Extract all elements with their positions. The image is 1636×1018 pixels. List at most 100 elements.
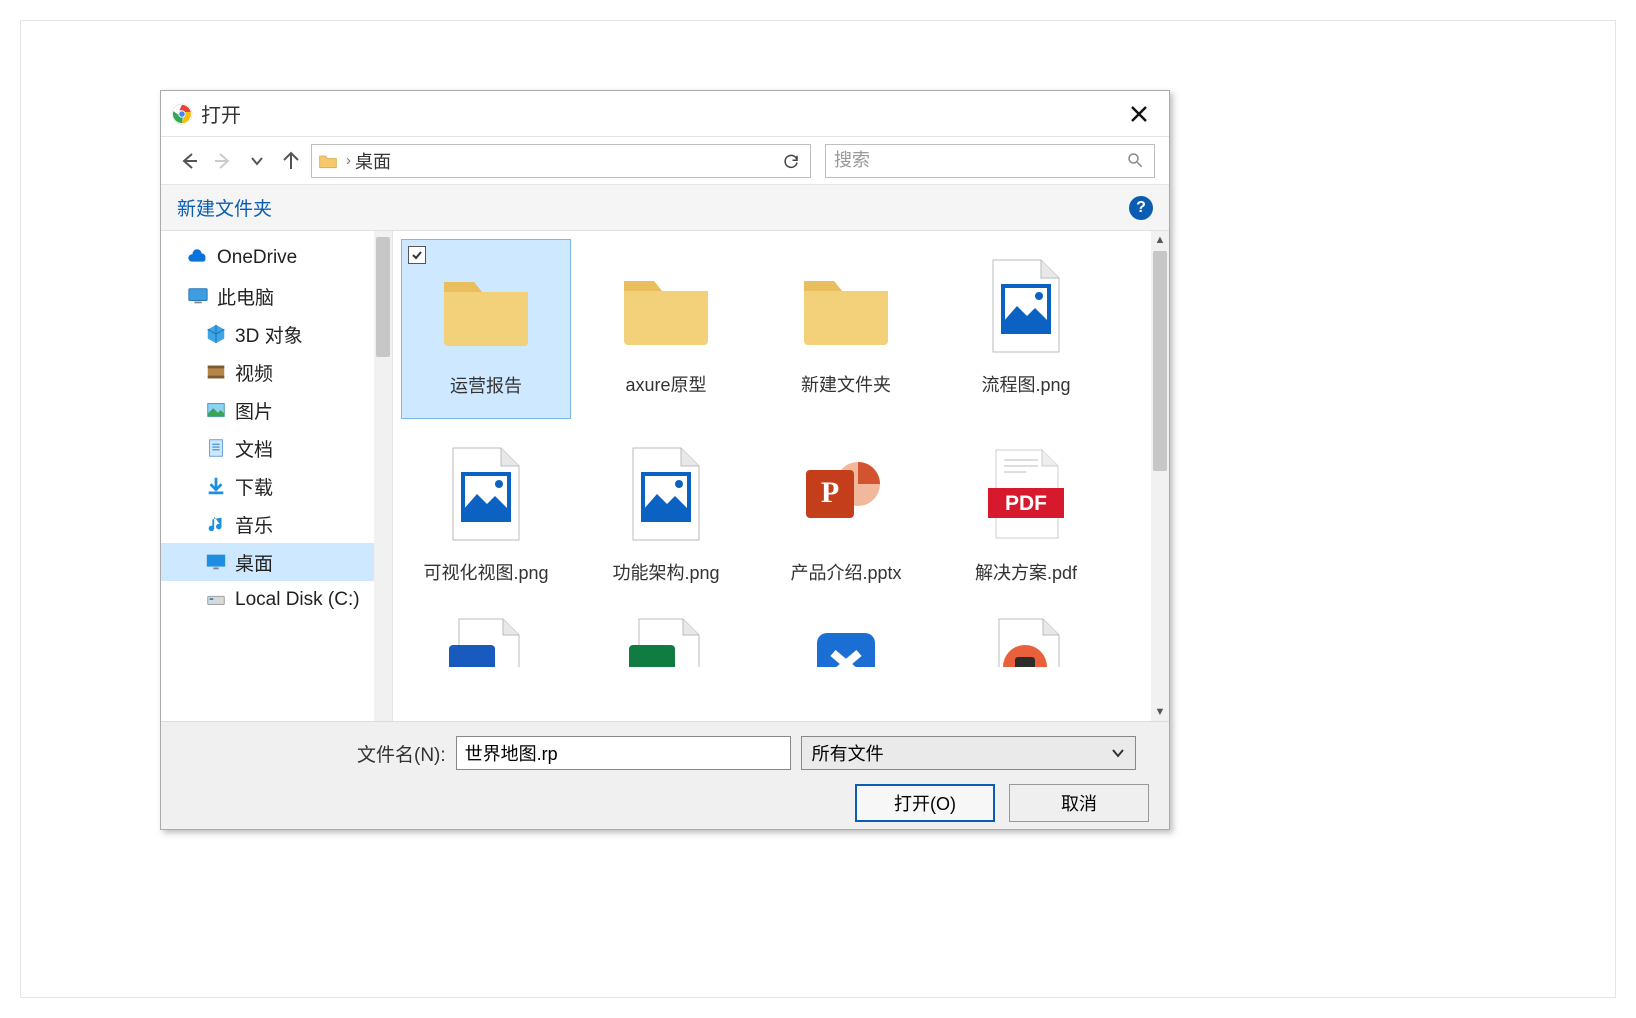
file-label: axure原型 bbox=[625, 371, 706, 397]
sidebar-item-documents[interactable]: 文档 bbox=[161, 429, 392, 467]
search-input[interactable] bbox=[834, 150, 1126, 171]
refresh-button[interactable] bbox=[778, 148, 804, 174]
file-item-png[interactable]: 功能架构.png bbox=[581, 427, 751, 607]
pc-icon bbox=[187, 285, 209, 307]
open-dialog: 打开 bbox=[160, 90, 1170, 830]
axure-icon bbox=[971, 615, 1081, 667]
file-item-docx[interactable] bbox=[401, 615, 571, 667]
toolbar-row: 新建文件夹 ? bbox=[161, 185, 1169, 231]
music-icon bbox=[205, 513, 227, 535]
svg-text:P: P bbox=[821, 476, 839, 509]
file-item-pdf[interactable]: PDF 解决方案.pdf bbox=[941, 427, 1111, 607]
sidebar-item-onedrive[interactable]: OneDrive bbox=[161, 239, 392, 277]
file-label: 产品介绍.pptx bbox=[790, 559, 901, 585]
sidebar-item-label: 3D 对象 bbox=[235, 321, 303, 348]
breadcrumb[interactable]: › 桌面 bbox=[311, 144, 811, 178]
file-item-folder[interactable]: 运营报告 bbox=[401, 239, 571, 419]
back-button[interactable] bbox=[175, 147, 203, 175]
cancel-button-label: 取消 bbox=[1061, 790, 1097, 816]
chrome-icon bbox=[171, 103, 193, 125]
film-icon bbox=[205, 361, 227, 383]
sidebar-item-label: 此电脑 bbox=[217, 283, 274, 310]
file-item-xmind[interactable] bbox=[761, 615, 931, 667]
file-label: 新建文件夹 bbox=[801, 371, 891, 397]
file-label: 流程图.png bbox=[981, 371, 1070, 397]
tree: OneDrive 此电脑 3D 对象 bbox=[161, 231, 392, 627]
sidebar-item-label: 音乐 bbox=[235, 511, 273, 538]
disk-icon bbox=[205, 589, 227, 611]
powerpoint-icon: P bbox=[791, 439, 901, 549]
scroll-up-icon[interactable]: ▲ bbox=[1151, 231, 1169, 249]
file-item-png[interactable]: 可视化视图.png bbox=[401, 427, 571, 607]
sidebar-item-label: 图片 bbox=[235, 397, 273, 424]
forward-button[interactable] bbox=[209, 147, 237, 175]
arrow-left-icon bbox=[179, 151, 199, 171]
breadcrumb-location: 桌面 bbox=[355, 148, 391, 174]
titlebar: 打开 bbox=[161, 91, 1169, 137]
file-label: 可视化视图.png bbox=[423, 559, 548, 585]
file-scrollbar[interactable]: ▲ ▼ bbox=[1151, 231, 1169, 721]
dialog-footer: 文件名(N): 所有文件 打开(O) 取消 bbox=[161, 721, 1169, 829]
breadcrumb-sep: › bbox=[346, 152, 351, 169]
sidebar-item-local-disk-c[interactable]: Local Disk (C:) bbox=[161, 581, 392, 619]
sidebar-item-downloads[interactable]: 下载 bbox=[161, 467, 392, 505]
arrow-up-icon bbox=[281, 151, 301, 171]
picture-icon bbox=[205, 399, 227, 421]
filename-input[interactable] bbox=[456, 736, 791, 770]
scroll-down-icon[interactable]: ▼ bbox=[1151, 703, 1169, 721]
file-filter-label: 所有文件 bbox=[812, 740, 884, 766]
pdf-icon: PDF bbox=[971, 439, 1081, 549]
dialog-title: 打开 bbox=[201, 99, 241, 128]
search-box[interactable] bbox=[825, 144, 1155, 178]
desktop-icon bbox=[205, 551, 227, 573]
sidebar-item-videos[interactable]: 视频 bbox=[161, 353, 392, 391]
help-button[interactable]: ? bbox=[1129, 196, 1153, 220]
new-folder-button[interactable]: 新建文件夹 bbox=[177, 194, 272, 221]
folder-icon bbox=[611, 251, 721, 361]
sidebar-item-3d-objects[interactable]: 3D 对象 bbox=[161, 315, 392, 353]
cube-icon bbox=[205, 323, 227, 345]
up-button[interactable] bbox=[277, 147, 305, 175]
image-file-icon bbox=[971, 251, 1081, 361]
file-item-xlsx[interactable] bbox=[581, 615, 751, 667]
recent-dropdown[interactable] bbox=[243, 147, 271, 175]
excel-icon bbox=[611, 615, 721, 667]
open-button-label: 打开(O) bbox=[894, 790, 956, 816]
file-item-png[interactable]: 流程图.png bbox=[941, 239, 1111, 419]
sidebar-scrollbar[interactable] bbox=[374, 231, 392, 721]
file-item-pptx[interactable]: P 产品介绍.pptx bbox=[761, 427, 931, 607]
image-file-icon bbox=[611, 439, 721, 549]
xmind-icon bbox=[791, 615, 901, 667]
button-row: 打开(O) 取消 bbox=[181, 784, 1149, 822]
file-item-folder[interactable]: axure原型 bbox=[581, 239, 751, 419]
word-icon bbox=[431, 615, 541, 667]
file-pane: 运营报告 axure原型 新建文件夹 bbox=[393, 231, 1169, 721]
checkbox-icon[interactable] bbox=[408, 246, 426, 264]
cancel-button[interactable]: 取消 bbox=[1009, 784, 1149, 822]
folder-mini-icon bbox=[318, 151, 338, 171]
svg-text:PDF: PDF bbox=[1005, 492, 1047, 515]
sidebar-item-label: 文档 bbox=[235, 435, 273, 462]
sidebar-scroll-thumb[interactable] bbox=[376, 237, 390, 357]
sidebar-item-desktop[interactable]: 桌面 bbox=[161, 543, 392, 581]
folder-icon bbox=[791, 251, 901, 361]
filename-row: 文件名(N): 所有文件 bbox=[181, 736, 1149, 770]
file-filter-select[interactable]: 所有文件 bbox=[801, 736, 1136, 770]
onedrive-icon bbox=[187, 247, 209, 269]
sidebar-item-this-pc[interactable]: 此电脑 bbox=[161, 277, 392, 315]
open-button[interactable]: 打开(O) bbox=[855, 784, 995, 822]
sidebar-item-label: OneDrive bbox=[217, 247, 297, 269]
file-item-rp[interactable] bbox=[941, 615, 1111, 667]
file-label: 运营报告 bbox=[450, 372, 522, 398]
arrow-right-icon bbox=[213, 151, 233, 171]
file-label: 解决方案.pdf bbox=[975, 559, 1077, 585]
file-item-folder[interactable]: 新建文件夹 bbox=[761, 239, 931, 419]
file-scroll-thumb[interactable] bbox=[1153, 251, 1167, 471]
close-button[interactable] bbox=[1119, 94, 1159, 134]
download-icon bbox=[205, 475, 227, 497]
folder-icon bbox=[431, 252, 541, 362]
sidebar-item-pictures[interactable]: 图片 bbox=[161, 391, 392, 429]
sidebar-item-label: 下载 bbox=[235, 473, 273, 500]
refresh-icon bbox=[782, 152, 800, 170]
sidebar-item-music[interactable]: 音乐 bbox=[161, 505, 392, 543]
